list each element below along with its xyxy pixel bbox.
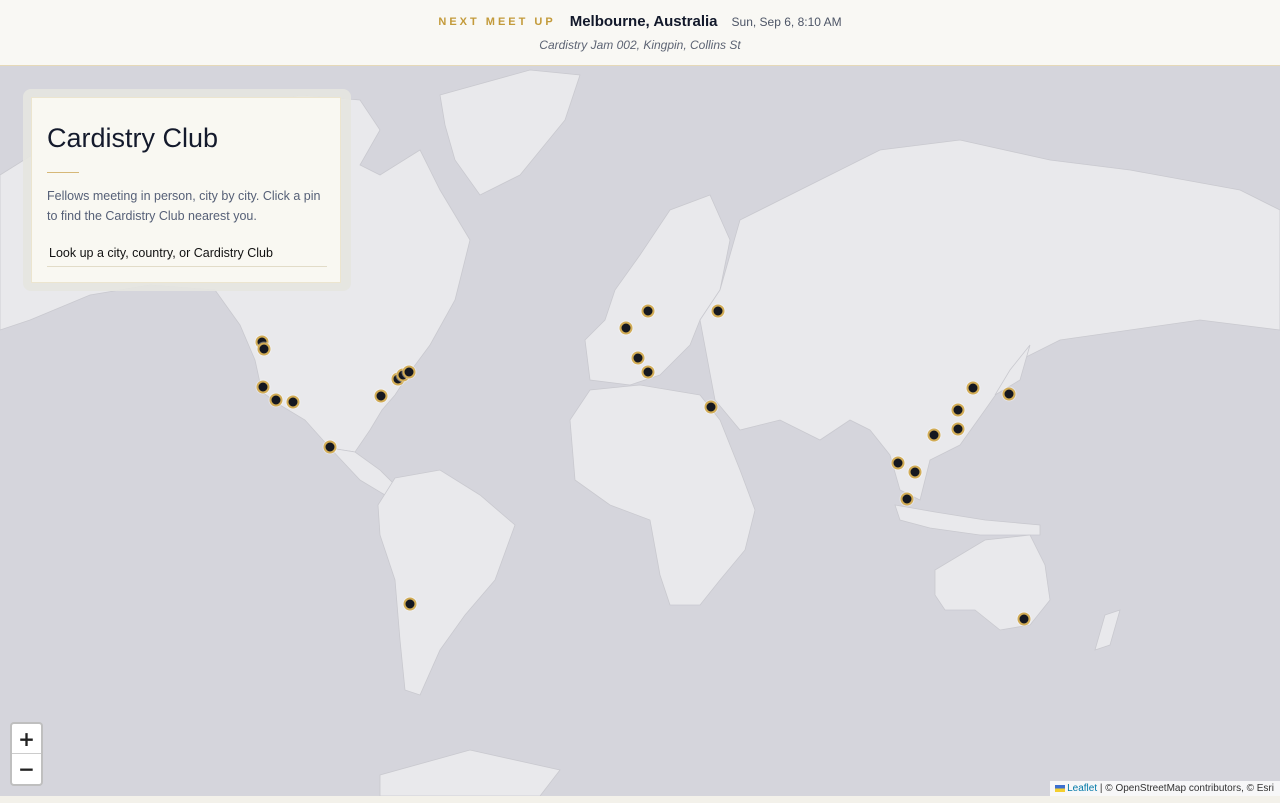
meetup-pin[interactable] bbox=[631, 351, 645, 365]
antarctica-land bbox=[379, 749, 561, 796]
panel-description: Fellows meeting in person, city by city.… bbox=[47, 189, 321, 223]
meetup-pin[interactable] bbox=[1017, 612, 1031, 626]
meetup-pin[interactable] bbox=[900, 492, 914, 506]
meetup-pin[interactable] bbox=[641, 365, 655, 379]
city-search-input[interactable] bbox=[47, 239, 327, 267]
zoom-control: + − bbox=[10, 722, 43, 786]
meetup-pin[interactable] bbox=[966, 381, 980, 395]
meetup-pin[interactable] bbox=[891, 456, 905, 470]
greenland-land bbox=[439, 69, 581, 196]
footer-strip bbox=[0, 796, 1280, 803]
australia-land bbox=[934, 534, 1051, 631]
meetup-pin[interactable] bbox=[951, 422, 965, 436]
meetup-pin[interactable] bbox=[1002, 387, 1016, 401]
new-zealand-land bbox=[1094, 609, 1121, 651]
asia-land bbox=[699, 139, 1280, 501]
meetup-pin[interactable] bbox=[257, 342, 271, 356]
info-panel-frame: Cardistry Club Fellows meeting in person… bbox=[23, 89, 351, 291]
meetup-pin[interactable] bbox=[402, 365, 416, 379]
attribution-separator: | bbox=[1099, 783, 1103, 794]
meetup-pin[interactable] bbox=[619, 321, 633, 335]
meetup-pin[interactable] bbox=[927, 428, 941, 442]
next-meetup-city[interactable]: Melbourne, Australia bbox=[570, 13, 718, 30]
meetup-pin[interactable] bbox=[711, 304, 725, 318]
meetup-pin[interactable] bbox=[323, 440, 337, 454]
meetup-pin[interactable] bbox=[908, 465, 922, 479]
zoom-in-button[interactable]: + bbox=[12, 724, 41, 754]
next-meetup-label: NEXT MEET UP bbox=[438, 16, 556, 28]
info-panel: Cardistry Club Fellows meeting in person… bbox=[31, 97, 341, 283]
next-meetup-datetime: Sun, Sep 6, 8:10 AM bbox=[731, 15, 842, 29]
meetup-pin[interactable] bbox=[269, 393, 283, 407]
map-attribution: Leaflet | © OpenStreetMap contributors, … bbox=[1050, 781, 1280, 797]
leaflet-link[interactable]: Leaflet bbox=[1067, 783, 1097, 794]
ukraine-flag-icon bbox=[1055, 785, 1066, 792]
meetup-pin[interactable] bbox=[641, 304, 655, 318]
islands-land bbox=[894, 504, 1041, 536]
meetup-pin[interactable] bbox=[374, 389, 388, 403]
title-divider bbox=[47, 172, 79, 173]
meetup-pin[interactable] bbox=[951, 403, 965, 417]
meetup-pin[interactable] bbox=[403, 597, 417, 611]
next-meetup-banner: NEXT MEET UP Melbourne, Australia Sun, S… bbox=[0, 0, 1280, 66]
zoom-out-button[interactable]: − bbox=[12, 754, 41, 784]
attribution-credits: © OpenStreetMap contributors, © Esri bbox=[1105, 783, 1274, 794]
next-meetup-venue: Cardistry Jam 002, Kingpin, Collins St bbox=[539, 38, 741, 52]
meetup-pin[interactable] bbox=[256, 380, 270, 394]
page-title: Cardistry Club bbox=[47, 123, 219, 153]
meetup-pin[interactable] bbox=[704, 400, 718, 414]
africa-land bbox=[569, 384, 756, 606]
south-america-land bbox=[377, 469, 516, 696]
meetup-pin[interactable] bbox=[286, 395, 300, 409]
